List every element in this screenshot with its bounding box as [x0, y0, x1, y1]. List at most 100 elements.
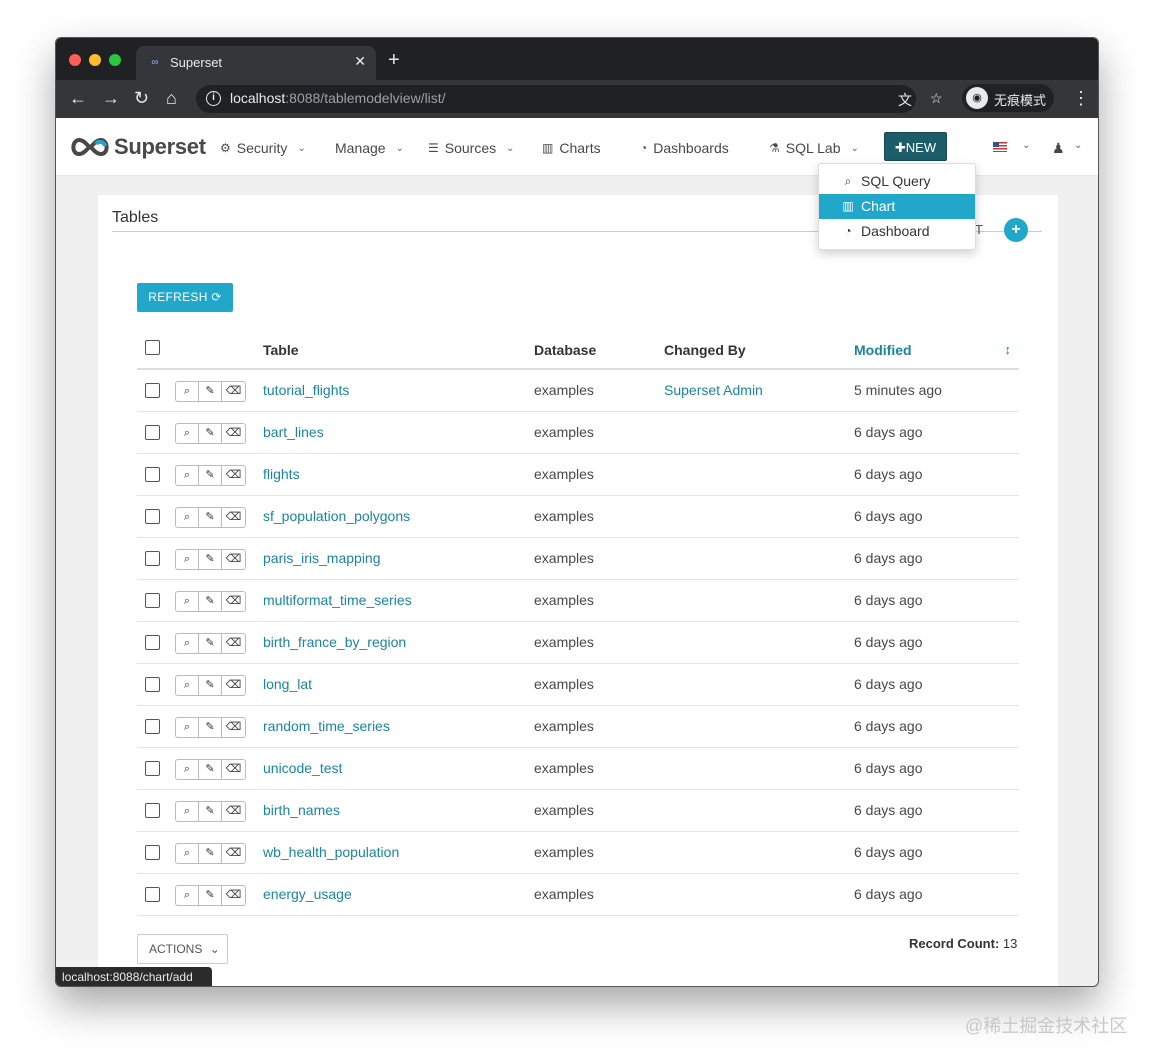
incognito-indicator[interactable]: ◉ 无痕模式	[962, 84, 1054, 112]
eraser-icon[interactable]: ⌫	[222, 382, 245, 401]
row-checkbox[interactable]	[145, 592, 160, 608]
reload-icon[interactable]: ↻	[134, 88, 149, 108]
eraser-icon[interactable]: ⌫	[222, 592, 245, 611]
refresh-button[interactable]: REFRESH ⟳	[137, 283, 233, 312]
column-header-database[interactable]: Database	[534, 327, 664, 370]
search-icon[interactable]: ⌕	[176, 843, 199, 863]
home-icon[interactable]: ⌂	[166, 88, 177, 108]
edit-icon[interactable]: ✎	[199, 381, 222, 401]
site-info-icon[interactable]: i	[206, 91, 221, 106]
address-bar[interactable]: i localhost:8088/tablemodelview/list/	[196, 85, 916, 113]
brand-logo[interactable]: Superset	[68, 134, 206, 160]
translate-icon[interactable]: 文	[898, 90, 912, 110]
nav-charts[interactable]: ▥ Charts	[542, 140, 601, 156]
search-icon[interactable]: ⌕	[176, 801, 199, 821]
nav-manage[interactable]: Manage ⌄	[335, 140, 404, 156]
eraser-icon[interactable]: ⌫	[222, 718, 245, 737]
column-header-modified[interactable]: Modified ↕	[854, 327, 1019, 370]
row-checkbox[interactable]	[145, 466, 160, 482]
eraser-icon[interactable]: ⌫	[222, 634, 245, 653]
row-checkbox[interactable]	[145, 760, 160, 776]
table-name-link[interactable]: long_lat	[263, 676, 312, 692]
row-checkbox[interactable]	[145, 634, 160, 650]
language-chevron-down-icon[interactable]: ⌄	[1018, 140, 1030, 151]
nav-sql-lab[interactable]: ⚗ SQL Lab ⌄	[769, 140, 859, 156]
search-icon[interactable]: ⌕	[176, 717, 199, 737]
eraser-icon[interactable]: ⌫	[222, 508, 245, 527]
row-checkbox[interactable]	[145, 676, 160, 692]
column-header-table[interactable]: Table	[263, 327, 534, 370]
edit-icon[interactable]: ✎	[199, 507, 222, 527]
browser-menu-icon[interactable]: ⋮	[1072, 88, 1090, 109]
back-icon[interactable]: ←	[69, 88, 87, 108]
search-icon[interactable]: ⌕	[176, 423, 199, 443]
changed-by-link[interactable]: Superset Admin	[664, 382, 763, 398]
table-name-link[interactable]: random_time_series	[263, 718, 390, 734]
table-name-link[interactable]: paris_iris_mapping	[263, 550, 381, 566]
minimize-window-icon[interactable]	[89, 54, 101, 66]
maximize-window-icon[interactable]	[109, 54, 121, 66]
table-name-link[interactable]: tutorial_flights	[263, 382, 349, 398]
user-chevron-down-icon[interactable]: ⌄	[1070, 140, 1082, 151]
actions-dropdown[interactable]: ACTIONS ⌄	[137, 934, 228, 964]
row-checkbox[interactable]	[145, 382, 160, 398]
edit-icon[interactable]: ✎	[199, 675, 222, 695]
nav-security[interactable]: ⚙ Security ⌄	[220, 140, 306, 156]
edit-icon[interactable]: ✎	[199, 465, 222, 485]
close-tab-icon[interactable]: ✕	[354, 53, 366, 70]
table-name-link[interactable]: unicode_test	[263, 760, 342, 776]
us-flag-icon[interactable]	[993, 142, 1007, 152]
row-checkbox[interactable]	[145, 424, 160, 440]
add-record-button[interactable]: +	[1004, 218, 1028, 242]
search-icon[interactable]: ⌕	[176, 591, 199, 611]
row-checkbox[interactable]	[145, 718, 160, 734]
edit-icon[interactable]: ✎	[199, 801, 222, 821]
eraser-icon[interactable]: ⌫	[222, 424, 245, 443]
edit-icon[interactable]: ✎	[199, 549, 222, 569]
nav-sources[interactable]: ☰ Sources ⌄	[428, 140, 515, 156]
eraser-icon[interactable]: ⌫	[222, 550, 245, 569]
eraser-icon[interactable]: ⌫	[222, 466, 245, 485]
eraser-icon[interactable]: ⌫	[222, 886, 245, 905]
eraser-icon[interactable]: ⌫	[222, 844, 245, 863]
table-name-link[interactable]: birth_france_by_region	[263, 634, 406, 650]
select-all-checkbox[interactable]	[145, 340, 160, 355]
eraser-icon[interactable]: ⌫	[222, 802, 245, 821]
row-checkbox[interactable]	[145, 886, 160, 902]
close-window-icon[interactable]	[69, 54, 81, 66]
row-checkbox[interactable]	[145, 802, 160, 818]
table-name-link[interactable]: bart_lines	[263, 424, 324, 440]
eraser-icon[interactable]: ⌫	[222, 676, 245, 695]
edit-icon[interactable]: ✎	[199, 885, 222, 905]
row-checkbox[interactable]	[145, 508, 160, 524]
search-icon[interactable]: ⌕	[176, 381, 199, 401]
sort-icon[interactable]: ↕	[1005, 342, 1012, 357]
row-checkbox[interactable]	[145, 550, 160, 566]
edit-icon[interactable]: ✎	[199, 423, 222, 443]
table-name-link[interactable]: energy_usage	[263, 886, 352, 902]
column-header-changed-by[interactable]: Changed By	[664, 327, 854, 370]
menu-item-dashboard[interactable]: ◔ Dashboard	[819, 219, 975, 244]
edit-icon[interactable]: ✎	[199, 717, 222, 737]
search-icon[interactable]: ⌕	[176, 549, 199, 569]
edit-icon[interactable]: ✎	[199, 759, 222, 779]
table-name-link[interactable]: flights	[263, 466, 300, 482]
edit-icon[interactable]: ✎	[199, 843, 222, 863]
search-icon[interactable]: ⌕	[176, 633, 199, 653]
new-tab-button[interactable]: +	[388, 50, 400, 70]
table-name-link[interactable]: wb_health_population	[263, 844, 399, 860]
nav-dashboards[interactable]: ◔ Dashboards	[640, 140, 729, 156]
search-icon[interactable]: ⌕	[176, 759, 199, 779]
table-name-link[interactable]: multiformat_time_series	[263, 592, 412, 608]
eraser-icon[interactable]: ⌫	[222, 760, 245, 779]
menu-item-sql-query[interactable]: ⌕ SQL Query	[819, 169, 975, 194]
new-button[interactable]: ✚NEW	[884, 132, 947, 161]
edit-icon[interactable]: ✎	[199, 591, 222, 611]
forward-icon[interactable]: →	[102, 88, 120, 108]
search-icon[interactable]: ⌕	[176, 507, 199, 527]
search-icon[interactable]: ⌕	[176, 885, 199, 905]
edit-icon[interactable]: ✎	[199, 633, 222, 653]
search-icon[interactable]: ⌕	[176, 465, 199, 485]
row-checkbox[interactable]	[145, 844, 160, 860]
browser-tab[interactable]: ∞ Superset ✕	[136, 46, 376, 80]
